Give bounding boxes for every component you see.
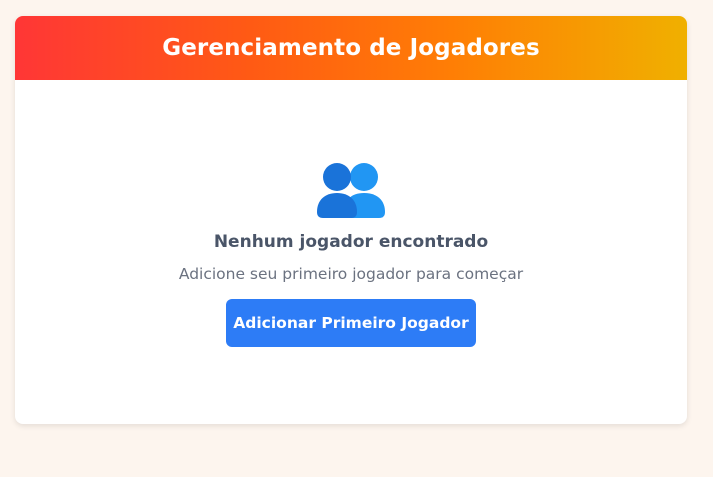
players-card: Gerenciamento de Jogadores Nenhum jogado… (15, 16, 687, 424)
empty-state: Nenhum jogador encontrado Adicione seu p… (15, 80, 687, 424)
add-first-player-button[interactable]: Adicionar Primeiro Jogador (226, 299, 476, 347)
empty-state-title: Nenhum jogador encontrado (213, 232, 489, 252)
users-icon (317, 163, 385, 218)
empty-state-subtitle: Adicione seu primeiro jogador para começ… (178, 265, 524, 283)
page-title: Gerenciamento de Jogadores (162, 35, 540, 61)
card-header: Gerenciamento de Jogadores (15, 16, 687, 80)
